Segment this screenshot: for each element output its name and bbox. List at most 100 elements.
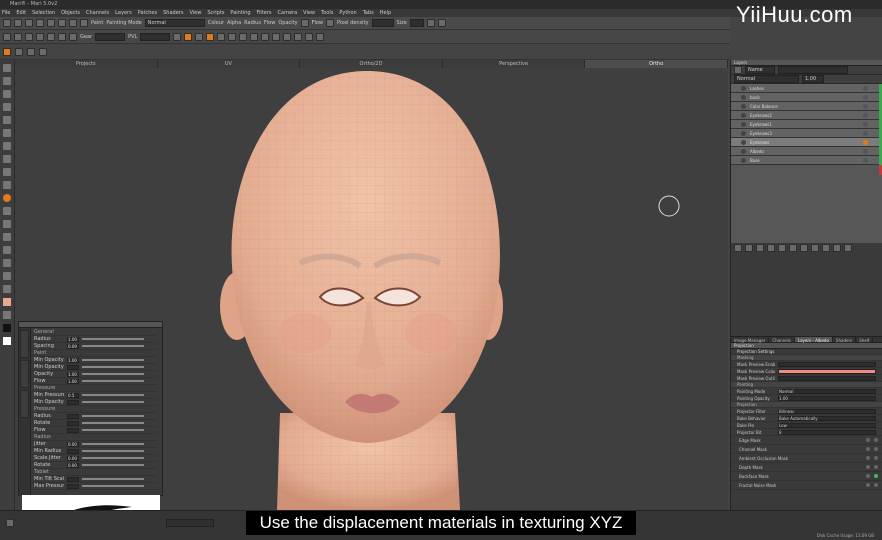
- visibility-eye-icon[interactable]: [741, 112, 746, 118]
- pixel-density-field[interactable]: [371, 19, 394, 27]
- visibility-eye-icon[interactable]: [741, 94, 746, 100]
- menu-item[interactable]: View: [189, 9, 201, 17]
- toolbar-icon[interactable]: [3, 19, 11, 27]
- dock-tab[interactable]: Image Manager: [731, 337, 770, 343]
- mask-toggle-row[interactable]: Channel Mask: [731, 445, 882, 454]
- color-swap-icon[interactable]: [3, 311, 11, 319]
- toolbar-icon[interactable]: [228, 32, 237, 41]
- brush-group[interactable]: Pressure: [32, 385, 156, 392]
- status-field[interactable]: [166, 519, 214, 527]
- toolbar-icon[interactable]: [27, 47, 35, 56]
- layer-lock-icon[interactable]: [863, 121, 868, 127]
- brush-property-slider[interactable]: [82, 380, 144, 382]
- property-value[interactable]: [778, 375, 876, 381]
- brush-property-value[interactable]: [67, 399, 79, 405]
- toolbar-icon[interactable]: [39, 47, 47, 56]
- layer-action-icon[interactable]: [789, 244, 797, 252]
- toolbar-icon[interactable]: [80, 19, 88, 27]
- clone-tool-icon[interactable]: [3, 168, 11, 176]
- rotate-tool-icon[interactable]: [3, 129, 11, 137]
- transform-tool-icon[interactable]: [3, 259, 11, 267]
- visibility-eye-icon[interactable]: [741, 121, 746, 127]
- toolbar-icon[interactable]: [283, 32, 292, 41]
- fill-tool-icon[interactable]: [3, 233, 11, 241]
- brush-property[interactable]: Flow: [32, 427, 156, 434]
- brush-group[interactable]: Pressure: [32, 406, 156, 413]
- brush-property[interactable]: Scale Jitter 0.00: [32, 455, 156, 462]
- dock-tab[interactable]: Layers - Albedo: [794, 337, 833, 343]
- brush-property-value[interactable]: [67, 427, 79, 433]
- toolbar-icon-active[interactable]: [184, 32, 193, 41]
- brush-property-value[interactable]: 0.00: [67, 441, 79, 447]
- brush-property[interactable]: Radius 1.00: [32, 336, 156, 343]
- brush-property[interactable]: Min Opacity: [32, 399, 156, 406]
- brush-property-slider[interactable]: [82, 457, 144, 459]
- gear-field[interactable]: [95, 32, 126, 41]
- toolbar-icon[interactable]: [173, 32, 182, 41]
- select-tool-icon[interactable]: [3, 64, 11, 72]
- menu-item[interactable]: Painting: [230, 9, 250, 17]
- toolbar-icon[interactable]: [316, 32, 325, 41]
- toolbar-icon[interactable]: [437, 19, 446, 27]
- move-tool-icon[interactable]: [3, 116, 11, 124]
- layer-lock-icon[interactable]: [863, 157, 868, 163]
- property-value[interactable]: Bake Automatically: [778, 415, 876, 421]
- layer-opacity-field[interactable]: 1.00: [802, 75, 824, 83]
- brush-group[interactable]: Radius: [32, 434, 156, 441]
- menu-item[interactable]: File: [2, 9, 10, 17]
- brush-property-slider[interactable]: [82, 401, 144, 403]
- toolbar-icon[interactable]: [58, 19, 66, 27]
- layer-action-icon[interactable]: [811, 244, 819, 252]
- menu-item[interactable]: Channels: [86, 9, 109, 17]
- brush-group[interactable]: General: [32, 329, 156, 336]
- menu-item[interactable]: Tools: [321, 9, 333, 17]
- layer-action-icon[interactable]: [745, 244, 753, 252]
- layer-action-icon[interactable]: [778, 244, 786, 252]
- toolbar-icon[interactable]: [305, 32, 314, 41]
- mask-enabled-icon[interactable]: [874, 447, 878, 451]
- hand-tool-icon[interactable]: [3, 90, 11, 98]
- property-value[interactable]: [778, 368, 876, 374]
- menu-item[interactable]: Tabs: [363, 9, 374, 17]
- brush-property[interactable]: Min Radius: [32, 448, 156, 455]
- slice-tool-icon[interactable]: [3, 207, 11, 215]
- brush-property[interactable]: Min Tilt Scale: [32, 476, 156, 483]
- visibility-eye-icon[interactable]: [741, 139, 746, 145]
- brush-property[interactable]: Rotate: [32, 420, 156, 427]
- layer-lock-icon[interactable]: [863, 130, 868, 136]
- brush-property-slider[interactable]: [82, 373, 144, 375]
- property-value[interactable]: 8: [778, 429, 876, 435]
- pen-tool-icon[interactable]: [3, 285, 11, 293]
- layers-search-input[interactable]: Name: [745, 66, 775, 74]
- menu-item[interactable]: Layers: [115, 9, 132, 17]
- menu-item[interactable]: View: [303, 9, 315, 17]
- toolbar-icon[interactable]: [25, 19, 33, 27]
- brush-property-slider[interactable]: [82, 443, 144, 445]
- blend-mode-select[interactable]: Normal: [734, 75, 799, 83]
- brush-property-slider[interactable]: [82, 485, 144, 487]
- lasso-tool-icon[interactable]: [3, 77, 11, 85]
- layer-row[interactable]: Eyebrows3: [731, 129, 882, 138]
- brush-property-value[interactable]: 0.00: [67, 462, 79, 468]
- brush-property-value[interactable]: 1.00: [67, 357, 79, 363]
- toolbar-icon[interactable]: [239, 32, 248, 41]
- layer-row[interactable]: Color Balance: [731, 102, 882, 111]
- brush-property-slider[interactable]: [82, 359, 144, 361]
- toolbar-icon-active[interactable]: [206, 32, 215, 41]
- toolbar-icon[interactable]: [272, 32, 281, 41]
- mask-enabled-icon[interactable]: [874, 438, 878, 442]
- menu-item[interactable]: Edit: [16, 9, 26, 17]
- mask-toggle-row[interactable]: Edge Mask: [731, 436, 882, 445]
- brush-property-slider[interactable]: [82, 478, 144, 480]
- brush-property-value[interactable]: 1.00: [67, 371, 79, 377]
- layer-row[interactable]: Eyebrows1: [731, 120, 882, 129]
- toolbar-icon[interactable]: [69, 19, 77, 27]
- gradient-tool-icon[interactable]: [3, 246, 11, 254]
- layer-action-icon[interactable]: [767, 244, 775, 252]
- mask-enabled-icon[interactable]: [874, 474, 878, 478]
- brush-property-slider[interactable]: [82, 422, 144, 424]
- brush-property-slider[interactable]: [82, 366, 144, 368]
- mask-enabled-icon[interactable]: [874, 483, 878, 487]
- mask-toggle-icon[interactable]: [866, 483, 870, 487]
- brush-property-value[interactable]: [67, 476, 79, 482]
